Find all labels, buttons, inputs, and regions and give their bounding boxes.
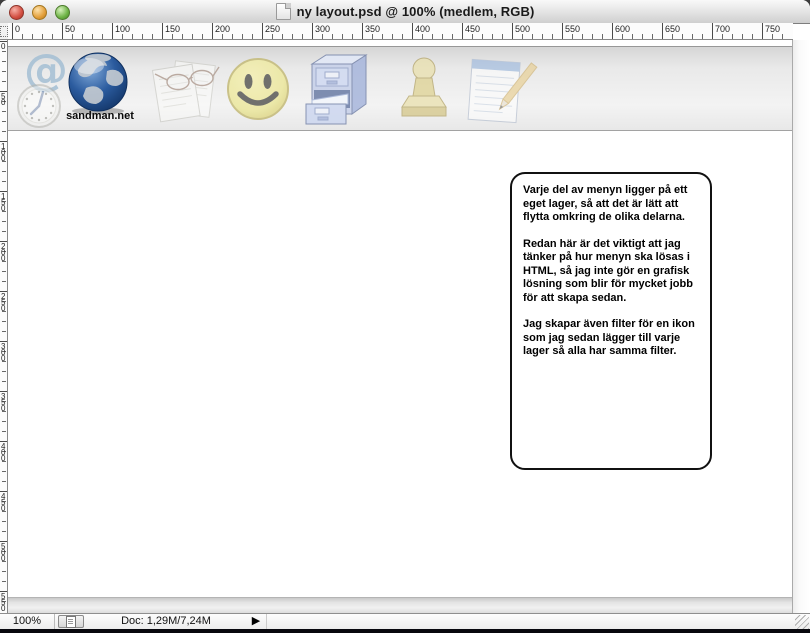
stamp-icon <box>398 56 450 122</box>
note-paragraph: Redan här är det viktigt att jag tänker … <box>523 238 702 306</box>
ruler-origin-box[interactable] <box>0 23 8 40</box>
layout-menu-band: @ <box>8 46 792 131</box>
window-title: ny layout.psd @ 100% (medlem, RGB) <box>297 4 535 19</box>
title-area: ny layout.psd @ 100% (medlem, RGB) <box>0 0 810 23</box>
window-bottom-edge <box>0 629 810 633</box>
smiley-icon <box>225 56 291 122</box>
note-box: Varje del av menyn ligger på ett eget la… <box>510 172 712 470</box>
horizontal-ruler[interactable]: 0501001502002503003504004505005506006507… <box>8 23 793 40</box>
papers-glasses-icon <box>144 53 220 127</box>
notepad-pencil-icon <box>464 55 538 127</box>
vertical-scrollbar[interactable] <box>792 40 810 613</box>
globe-icon <box>65 51 131 115</box>
resize-grip[interactable] <box>795 615 809 629</box>
zoom-level-field[interactable]: 100% <box>0 614 55 629</box>
status-menu-arrow[interactable]: ▶ <box>246 614 267 629</box>
photoshop-document-window: ny layout.psd @ 100% (medlem, RGB) 05010… <box>0 0 810 633</box>
doc-preview-button[interactable] <box>58 615 84 628</box>
note-paragraph: Varje del av menyn ligger på ett eget la… <box>523 184 702 225</box>
title-bar[interactable]: ny layout.psd @ 100% (medlem, RGB) <box>0 0 810 24</box>
horizontal-scrollbar[interactable] <box>8 597 792 613</box>
page-icon <box>66 616 76 628</box>
note-paragraph: Jag skapar även filter för en ikon som j… <box>523 318 702 359</box>
status-bar: 100% Doc: 1,29M/7,24M ▶ <box>0 613 810 629</box>
doc-size-info: Doc: 1,29M/7,24M <box>90 614 242 629</box>
file-cabinet-icon <box>304 52 374 128</box>
vertical-ruler[interactable]: 050100150200250300350400450500550 <box>0 40 8 613</box>
document-proxy-icon[interactable] <box>276 3 291 20</box>
clock-icon <box>16 83 62 129</box>
sandman-net-label: sandman.net <box>62 110 138 122</box>
document-canvas[interactable]: @ <box>8 40 792 597</box>
